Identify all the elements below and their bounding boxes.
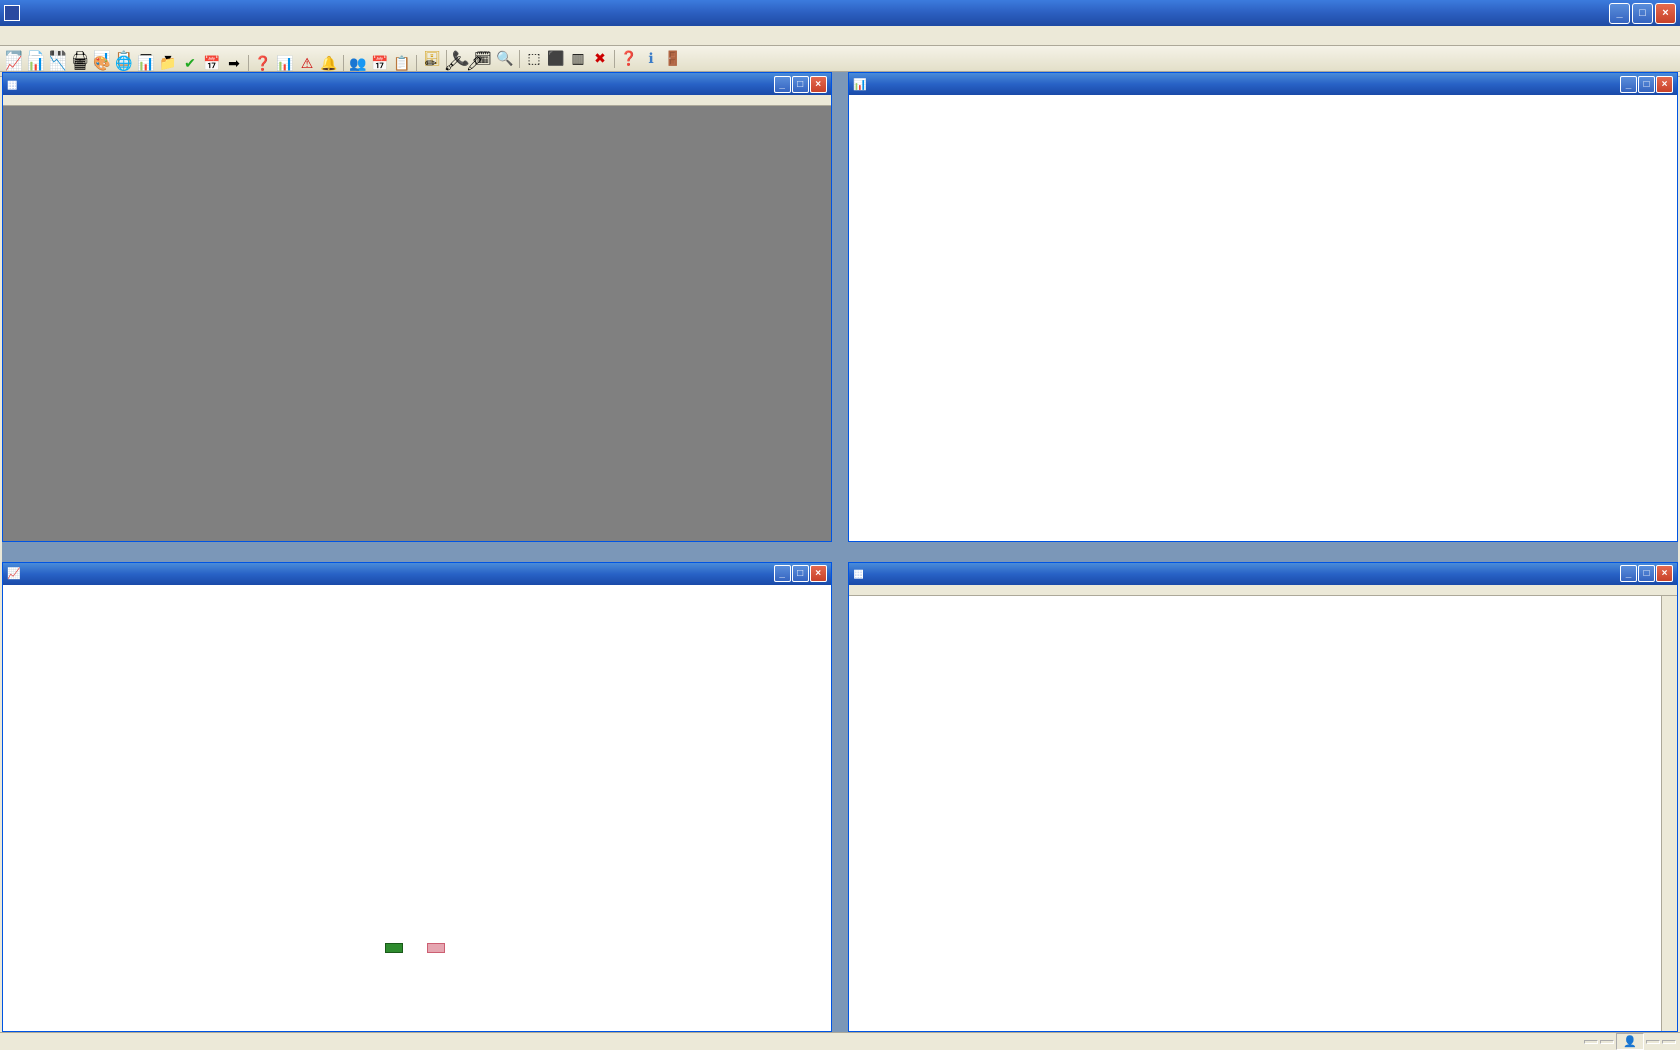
chart-icon: 📈 (7, 567, 21, 580)
window-controls: _ □ × (1609, 3, 1676, 24)
status-sql (1584, 1040, 1598, 1044)
app-icon (4, 5, 20, 21)
multistation-chart[interactable] (3, 585, 831, 1031)
close-button[interactable]: × (810, 565, 827, 582)
close-button[interactable]: × (1655, 3, 1676, 24)
close-button[interactable]: × (1656, 565, 1673, 582)
maximize-button[interactable]: □ (792, 76, 809, 93)
people-icon[interactable]: 👥 (348, 54, 368, 74)
status-datetime (1662, 1040, 1676, 1044)
minimize-button[interactable]: _ (1620, 76, 1637, 93)
pen-icon[interactable]: 🖊 (465, 54, 485, 74)
query-icon[interactable]: ❓ (253, 54, 273, 74)
globe-icon[interactable]: 🌐 (114, 54, 134, 74)
histogram-titlebar[interactable]: 📊 _ □ × (849, 73, 1677, 95)
multistation-window: 📈 _ □ × (2, 562, 832, 1032)
legend-no2 (385, 943, 407, 956)
stats-icon[interactable]: 📊 (275, 54, 295, 74)
status-user: 👤 (1616, 1033, 1644, 1050)
maximize-button[interactable]: □ (1632, 3, 1653, 24)
chart-legend (385, 943, 449, 956)
help-icon[interactable]: ❓ (619, 49, 639, 69)
status-version (1646, 1040, 1660, 1044)
brush-icon[interactable]: 🖌 (443, 54, 463, 74)
line-chart-icon[interactable]: 📉 (48, 54, 68, 74)
histogram-window: 📊 _ □ × (848, 72, 1678, 542)
exit-icon[interactable]: 🚪 (663, 49, 683, 69)
list-icon[interactable]: 📋 (392, 54, 412, 74)
report-icon[interactable]: 📈 (4, 54, 24, 74)
folder-icon[interactable]: 📁 (158, 54, 178, 74)
tile-v-icon[interactable]: ⬛ (546, 49, 566, 69)
palette-icon[interactable]: 🎨 (92, 54, 112, 74)
grid-icon: ▦ (7, 78, 17, 91)
minimize-button[interactable]: _ (1620, 565, 1637, 582)
station-infobar (849, 585, 1677, 596)
close-button[interactable]: × (1656, 76, 1673, 93)
search-icon[interactable]: 🔍 (495, 49, 515, 69)
maximize-button[interactable]: □ (1638, 76, 1655, 93)
calendar-icon[interactable]: 📅 (202, 54, 222, 74)
histogram-chart[interactable] (849, 95, 1677, 541)
check-icon[interactable]: ✔ (180, 54, 200, 74)
close-all-icon[interactable]: ✖ (590, 49, 610, 69)
status-db (1600, 1040, 1614, 1044)
matrix-infobar (3, 95, 831, 106)
maximize-button[interactable]: □ (792, 565, 809, 582)
legend-mxlyln (427, 943, 449, 956)
matrix-titlebar[interactable]: ▦ _ □ × (3, 73, 831, 95)
station-titlebar[interactable]: ▦ _ □ × (849, 563, 1677, 585)
info-icon[interactable]: ℹ (641, 49, 661, 69)
station-window: ▦ _ □ × (848, 562, 1678, 1032)
close-button[interactable]: × (810, 76, 827, 93)
multistation-titlebar[interactable]: 📈 _ □ × (3, 563, 831, 585)
minimize-button[interactable]: _ (774, 76, 791, 93)
chart-icon: 📊 (853, 78, 867, 91)
arrow-icon[interactable]: ➡ (224, 54, 244, 74)
minimize-button[interactable]: _ (774, 565, 791, 582)
bar-chart-icon[interactable]: 📊 (26, 54, 46, 74)
bell-icon[interactable]: 🔔 (319, 54, 339, 74)
menubar (0, 26, 1680, 46)
tile-h-icon[interactable]: ⬚ (524, 49, 544, 69)
matrix-grid[interactable] (3, 106, 831, 541)
warn-icon[interactable]: ⚠ (297, 54, 317, 74)
mdi-workspace: ▦ _ □ × 📊 _ □ (2, 72, 1678, 1032)
chart2-icon[interactable]: 📊 (136, 54, 156, 74)
toolbar-row-1: 🔄 📄 💾 🖨 📊 📋 ▦ ▾ 🗄 📞 🗓 🔍 ⬚ ⬛ ▥ ✖ ❓ ℹ 🚪 (0, 46, 1680, 72)
matrix-icon[interactable]: ▦ (70, 54, 90, 74)
maximize-button[interactable]: □ (1638, 565, 1655, 582)
edit-icon[interactable]: ✏ (421, 54, 441, 74)
grid-icon: ▦ (853, 567, 863, 580)
scrollbar-vertical[interactable] (1661, 596, 1677, 1031)
matrix-window: ▦ _ □ × (2, 72, 832, 542)
cascade-icon[interactable]: ▥ (568, 49, 588, 69)
station-grid[interactable] (849, 596, 1677, 1031)
statusbar: 👤 (0, 1032, 1680, 1050)
app-titlebar: _ □ × (0, 0, 1680, 26)
minimize-button[interactable]: _ (1609, 3, 1630, 24)
cal2-icon[interactable]: 📅 (370, 54, 390, 74)
